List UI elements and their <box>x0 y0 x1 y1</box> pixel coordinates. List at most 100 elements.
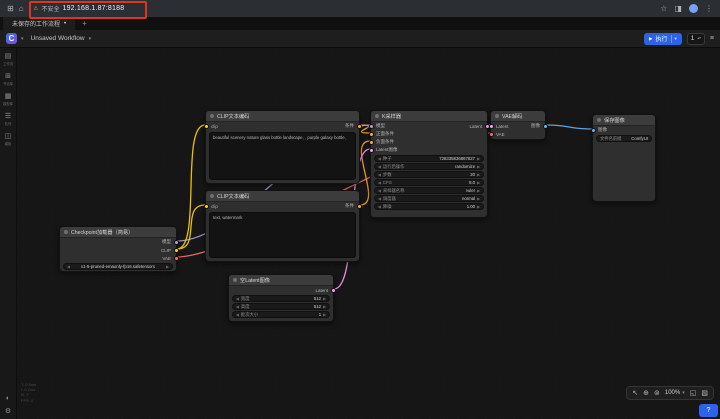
widget-value: randomize <box>455 164 476 169</box>
widget-调度器[interactable]: ◀ 调度器 normal ▶ <box>374 195 484 202</box>
new-workflow-button[interactable]: + <box>82 19 87 28</box>
sidebar-item-label: 工作流 <box>3 61 13 66</box>
decrement-arrow-icon: ◀ <box>378 197 381 201</box>
input-slot[interactable] <box>368 139 374 145</box>
node-vae-decode[interactable]: VAE解码 Latent 图像 VAE <box>488 110 548 140</box>
node-save-image[interactable]: 保存图像 图像 文件名前缀 ComfyUI <box>590 114 656 202</box>
zoom-control[interactable]: 100% ▾ <box>665 390 685 396</box>
output-slot[interactable] <box>173 239 179 245</box>
output-slot-label: 模型 <box>162 239 171 244</box>
widget-高度[interactable]: ◀ 高度 512 ▶ <box>232 303 330 310</box>
workflow-tab[interactable]: 未保存的工作流程 • <box>3 17 76 30</box>
run-button[interactable]: ▶ 执行 ▾ <box>644 32 682 45</box>
increment-arrow-icon: ▶ <box>477 189 480 193</box>
output-slot-label: Latent <box>469 123 482 129</box>
widget-value: 1 <box>318 312 322 317</box>
slot-row: clip 条件 <box>206 122 359 130</box>
sidebar-item-settings[interactable]: ⚙ <box>5 408 11 415</box>
workflow-caret-icon[interactable]: ▾ <box>89 36 92 42</box>
pan-tool-icon[interactable]: ⊕ <box>643 390 649 397</box>
output-slot[interactable] <box>356 123 362 129</box>
theme-icon: ◐ <box>5 395 11 402</box>
increment-arrow-icon: ▶ <box>477 197 480 201</box>
widget-采样器名称[interactable]: ◀ 采样器名称 euler ▶ <box>374 187 484 194</box>
widget-文件名前缀[interactable]: 文件名前缀 ComfyUI <box>596 135 652 142</box>
output-slot[interactable] <box>356 203 362 209</box>
browser-menu-icon[interactable]: ⋮ <box>705 4 713 13</box>
link-mode-icon[interactable]: ⊚ <box>654 390 660 397</box>
widget-CFG[interactable]: ◀ CFG 8.0 ▶ <box>374 179 484 186</box>
output-slot[interactable] <box>173 255 179 261</box>
run-options-caret-icon[interactable]: ▾ <box>675 36 677 42</box>
widget-批次大小[interactable]: ◀ 批次大小 1 ▶ <box>232 311 330 318</box>
widget-value: 20 <box>470 172 476 177</box>
queue-icon: ☰ <box>4 113 12 120</box>
batch-count-stepper[interactable]: 1 ▴▾ <box>686 32 705 45</box>
apps-icon[interactable]: ⊞ <box>7 4 14 13</box>
output-slot[interactable] <box>330 287 336 293</box>
widget-步数[interactable]: ◀ 步数 20 ▶ <box>374 171 484 178</box>
help-floating-button[interactable]: ? <box>699 404 718 417</box>
comfyui-logo[interactable]: C <box>6 33 17 44</box>
output-slot-label: VAE <box>162 255 171 261</box>
input-slot-label: 图像 <box>598 127 607 132</box>
slot-row: CLIP <box>60 246 176 254</box>
node-load-checkpoint[interactable]: Checkpoint加载器（简易） 模型 CLIP VAE ◀ v1-5-pruned-e… <box>59 226 179 272</box>
unsaved-indicator: • <box>64 20 67 27</box>
widget-value[interactable]: ◀ v1-5-pruned-emaonly-fp16.safetensors ▶ <box>63 263 173 270</box>
output-slot[interactable] <box>173 247 179 253</box>
sidebar-item-theme[interactable]: ◐ <box>6 395 10 402</box>
input-slot[interactable] <box>488 123 494 129</box>
workflow-name[interactable]: Unsaved Workflow <box>31 35 85 42</box>
sidebar-item-node-library[interactable]: ⊞ 节点库 <box>2 73 14 87</box>
node-clip-encode-negative[interactable]: CLIP文本编码 clip 条件 text, watermark <box>203 190 362 262</box>
sidebar-item-templates[interactable]: ◫ 模板 <box>4 133 12 147</box>
input-slot[interactable] <box>368 147 374 153</box>
address-bar[interactable]: ⚠ 不安全 192.168.1.87:8188 <box>34 4 125 13</box>
node-empty-latent-image[interactable]: 空Latent图像 Latent ◀ 宽度 512 ▶ ◀ 高度 512 ▶ ◀ 批次大小 1 ▶ <box>228 274 336 322</box>
prompt-textarea[interactable]: beautiful scenery nature glass bottle la… <box>209 132 356 180</box>
node-title: K采样器 <box>371 111 487 122</box>
input-slot-label: clip <box>211 123 218 129</box>
widget-label: CFG <box>382 180 392 185</box>
slot-row: Latent 图像 <box>491 122 545 130</box>
side-panel-icon[interactable]: ◨ <box>674 4 682 13</box>
slot-row: VAE <box>60 254 176 262</box>
input-slot[interactable] <box>590 127 596 133</box>
prompt-textarea[interactable]: text, watermark <box>209 212 356 258</box>
queue-history-icon[interactable]: ≡ <box>710 35 714 42</box>
input-slot[interactable] <box>368 131 374 137</box>
input-slot[interactable] <box>368 123 374 129</box>
slot-row: 模型 Latent <box>371 122 487 130</box>
fit-view-icon[interactable]: ◱ <box>690 390 697 397</box>
widget-降噪[interactable]: ◀ 降噪 1.00 ▶ <box>374 203 484 210</box>
output-slot[interactable] <box>542 123 548 129</box>
widget-运行后操作[interactable]: ◀ 运行后操作 randomize ▶ <box>374 163 484 170</box>
profile-avatar[interactable] <box>689 4 698 13</box>
slot-row: 负面条件 <box>371 138 487 146</box>
increment-arrow-icon: ▶ <box>477 173 480 177</box>
sidebar-item-queue[interactable]: ☰ 队列 <box>4 113 12 127</box>
decrement-arrow-icon: ◀ <box>236 305 239 309</box>
widget-种子[interactable]: ◀ 种子 728335836867827 ▶ <box>374 155 484 162</box>
bookmark-star-icon[interactable]: ☆ <box>660 4 667 13</box>
input-slot[interactable] <box>203 123 209 129</box>
node-clip-encode-positive[interactable]: CLIP文本编码 clip 条件 beautiful scenery nature g… <box>203 110 362 184</box>
sidebar-item-model-library[interactable]: ▦ 模型库 <box>2 93 14 107</box>
node-ksampler[interactable]: K采样器 模型 Latent 正面条件 负面条件 Latent图像 ◀ 种子 728335836… <box>368 110 490 218</box>
stepper-arrows-icon[interactable]: ▴▾ <box>697 36 701 41</box>
widget-宽度[interactable]: ◀ 宽度 512 ▶ <box>232 295 330 302</box>
home-icon[interactable]: ⌂ <box>19 4 24 13</box>
input-slot[interactable] <box>203 203 209 209</box>
zoom-caret-icon: ▾ <box>682 390 685 396</box>
minimap-icon[interactable]: ▧ <box>701 390 708 397</box>
sidebar-item-label: 节点库 <box>3 81 13 86</box>
input-slot[interactable] <box>488 131 494 137</box>
output-slot-label: Latent <box>315 287 328 293</box>
select-tool-icon[interactable]: ↖ <box>632 390 638 397</box>
sidebar-item-workflows[interactable]: ▤ 工作流 <box>2 53 14 67</box>
input-slot-label: clip <box>211 203 218 209</box>
increment-arrow-icon: ▶ <box>477 165 480 169</box>
logo-caret-icon[interactable]: ▾ <box>21 36 24 42</box>
slot-row: Latent <box>229 286 333 294</box>
